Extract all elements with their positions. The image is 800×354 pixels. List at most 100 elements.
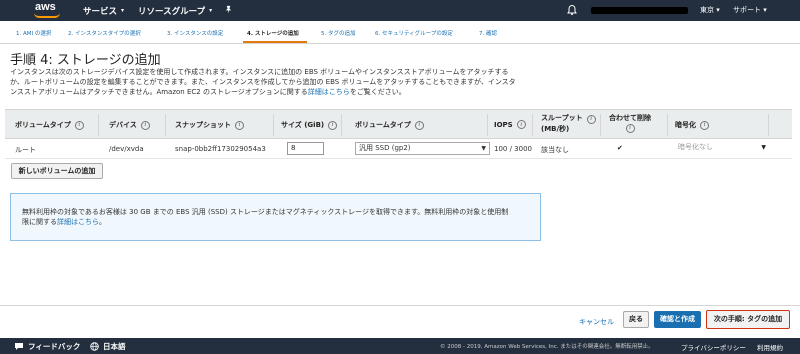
column-divider xyxy=(487,114,488,136)
storage-table-header: ボリュームタイプ i デバイス i スナップショット i サイズ (GiB) i… xyxy=(5,109,792,139)
support-label: サポート xyxy=(733,6,761,14)
header-throughput: スループット i (MB/秒) xyxy=(541,113,596,135)
header-size: サイズ (GiB) i xyxy=(281,120,338,130)
terms-of-use-link[interactable]: 利用規約 xyxy=(757,342,783,352)
header-label: IOPS xyxy=(494,120,513,129)
step-security-group[interactable]: 6. セキュリティグループの設定 xyxy=(375,29,453,37)
pin-icon[interactable] xyxy=(224,5,233,17)
page-title: 手順 4: ストレージの追加 xyxy=(10,53,161,68)
region-menu[interactable]: 東京 ▾ xyxy=(700,5,720,15)
language-selector[interactable]: 日本語 xyxy=(90,341,126,352)
column-divider xyxy=(273,114,274,136)
learn-more-link[interactable]: 詳細はこちら xyxy=(57,218,99,226)
column-divider xyxy=(667,114,668,136)
active-step-indicator xyxy=(243,41,307,43)
learn-more-link[interactable]: 詳細はこちら xyxy=(308,88,350,96)
privacy-policy-link[interactable]: プライバシーポリシー xyxy=(681,342,746,352)
chevron-down-icon: ▾ xyxy=(716,6,720,14)
header-snapshot: スナップショット i xyxy=(175,120,244,130)
info-icon[interactable]: i xyxy=(328,120,338,130)
notice-line: 無料利用枠の対象であるお客様は 30 GB までの EBS 汎用 (SSD) ス… xyxy=(22,208,509,216)
info-icon[interactable]: i xyxy=(74,120,84,130)
cell-snapshot: snap-0bb2ff173029054a3 xyxy=(175,145,266,153)
header-label: デバイス xyxy=(109,121,137,129)
notice-tail: 。 xyxy=(99,218,106,226)
chevron-down-icon: ▼ xyxy=(481,145,486,152)
info-icon[interactable]: i xyxy=(516,120,526,129)
header-label-unit: (MB/秒) xyxy=(541,125,570,133)
chevron-down-icon: ▾ xyxy=(209,7,213,14)
header-label: サイズ (GiB) xyxy=(281,121,325,129)
step-add-tags[interactable]: 5. タグの追加 xyxy=(321,29,356,37)
header-device: デバイス i xyxy=(109,120,150,130)
info-icon[interactable]: i xyxy=(700,120,709,130)
header-label: スナップショット xyxy=(175,121,231,129)
notice-line: 限に関する詳細はこちら。 xyxy=(22,217,529,227)
feedback-link[interactable]: フィードバック xyxy=(14,341,80,352)
header-label: 暗号化 xyxy=(675,121,696,129)
chevron-down-icon: ▼ xyxy=(761,144,766,151)
description-line: か、ルートボリュームの設定を編集することができます。また、インスタンスを作成して… xyxy=(10,78,516,86)
add-new-volume-button[interactable]: 新しいボリュームの追加 xyxy=(11,163,103,179)
description-line: ンスストアボリュームはアタッチできません。Amazon EC2 のストレージオプ… xyxy=(10,87,570,97)
info-icon[interactable]: i xyxy=(235,120,244,130)
region-label: 東京 xyxy=(700,6,714,14)
step-ami[interactable]: 1. AMI の選択 xyxy=(16,29,51,37)
info-icon[interactable]: i xyxy=(414,120,424,130)
back-button[interactable]: 戻る xyxy=(623,311,649,328)
bell-icon[interactable] xyxy=(566,4,578,16)
step-instance-type[interactable]: 2. インスタンスタイプの選択 xyxy=(68,29,141,37)
table-row: ルート /dev/xvda snap-0bb2ff173029054a3 8 汎… xyxy=(5,139,792,159)
info-icon[interactable]: i xyxy=(625,124,635,133)
description-tail: をご覧ください。 xyxy=(349,88,406,96)
description-line: インスタンスは次のストレージデバイス設定を使用して作成されます。インスタンスに追… xyxy=(10,68,509,76)
language-label: 日本語 xyxy=(103,342,126,351)
step-instance-config[interactable]: 3. インスタンスの設定 xyxy=(167,29,223,37)
footer: フィードバック 日本語 © 2008 - 2019, Amazon Web Se… xyxy=(0,338,800,354)
info-icon[interactable]: i xyxy=(586,115,596,124)
cell-iops: 100 / 3000 xyxy=(494,145,532,153)
support-menu[interactable]: サポート ▾ xyxy=(733,5,767,15)
free-tier-notice: 無料利用枠の対象であるお客様は 30 GB までの EBS 汎用 (SSD) ス… xyxy=(10,193,541,241)
encryption-select[interactable]: 暗号化なし ▼ xyxy=(675,142,769,155)
info-icon[interactable]: i xyxy=(140,120,150,130)
aws-smile-icon xyxy=(34,13,60,18)
step-add-storage[interactable]: 4. ストレージの追加 xyxy=(247,29,299,37)
globe-icon xyxy=(90,342,99,351)
step-review[interactable]: 7. 確認 xyxy=(479,29,497,37)
size-input[interactable]: 8 xyxy=(287,142,324,155)
volume-type-select[interactable]: 汎用 SSD (gp2) ▼ xyxy=(355,142,490,155)
cell-device: /dev/xvda xyxy=(109,145,144,153)
header-encryption: 暗号化 i xyxy=(675,120,709,130)
delete-on-termination-checkbox[interactable]: ✔ xyxy=(617,144,625,152)
review-and-launch-button[interactable]: 確認と作成 xyxy=(654,311,701,328)
feedback-label: フィードバック xyxy=(28,342,81,351)
column-divider xyxy=(768,114,769,136)
resource-groups-menu[interactable]: リソースグループ ▾ xyxy=(138,5,212,17)
services-menu[interactable]: サービス ▾ xyxy=(83,5,124,17)
header-volume-type: ボリュームタイプ i xyxy=(15,120,84,130)
header-label: ボリュームタイプ xyxy=(355,121,411,129)
volume-type-value: 汎用 SSD (gp2) xyxy=(359,144,411,152)
aws-logo[interactable]: aws xyxy=(31,0,69,21)
chevron-down-icon: ▾ xyxy=(763,6,767,14)
aws-logo-text: aws xyxy=(35,1,56,13)
speech-bubble-icon xyxy=(15,343,23,350)
column-divider xyxy=(341,114,342,136)
column-divider xyxy=(600,114,601,136)
services-label: サービス xyxy=(83,6,118,17)
encryption-value: 暗号化なし xyxy=(678,143,713,151)
page-description: インスタンスは次のストレージデバイス設定を使用して作成されます。インスタンスに追… xyxy=(10,67,570,97)
notice-text: 限に関する xyxy=(22,218,57,226)
copyright-text: © 2008 - 2019, Amazon Web Services, Inc.… xyxy=(440,344,654,350)
header-label: スループット i xyxy=(541,113,596,124)
cancel-link[interactable]: キャンセル xyxy=(579,317,614,327)
header-iops: IOPS i xyxy=(494,120,526,129)
next-add-tags-button[interactable]: 次の手順: タグの追加 xyxy=(706,310,790,329)
chevron-down-icon: ▾ xyxy=(121,7,125,14)
header-volume-class: ボリュームタイプ i xyxy=(355,120,424,130)
header-delete-on-termination: 合わせて削除 i xyxy=(609,113,651,133)
account-name-redacted[interactable] xyxy=(591,7,688,14)
cell-volume-type: ルート xyxy=(15,146,36,154)
header-label: ボリュームタイプ xyxy=(15,121,71,129)
